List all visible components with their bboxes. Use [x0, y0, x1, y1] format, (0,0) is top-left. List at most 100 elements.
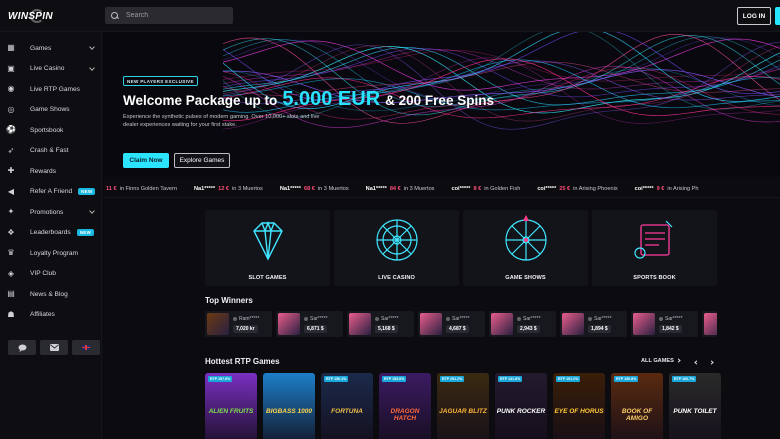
sidebar-item-live-casino[interactable]: ▣ Live Casino	[0, 59, 102, 80]
game-card[interactable]: RTP 141.8% PUNK ROCKER	[495, 373, 547, 439]
winspin-logo[interactable]: WINSPIN	[8, 8, 70, 24]
ticker-text: in Golden Fish	[484, 185, 521, 192]
game-card[interactable]: RTP 196.8% BOOK OF AMIGO	[611, 373, 663, 439]
rtp-badge: RTP 251.2%	[440, 376, 465, 382]
mail-button[interactable]	[40, 340, 68, 355]
carousel-prev-button[interactable]	[691, 357, 701, 367]
winner-card[interactable]: Sar***** 2,943 $	[489, 311, 556, 337]
roulette-icon	[376, 219, 418, 261]
sidebar-item-label: News & Blog	[30, 290, 68, 298]
winner-card[interactable]: Sar***** 1,842 $	[631, 311, 698, 337]
ticker-user: coi*****	[451, 185, 471, 192]
game-thumbnail	[349, 313, 371, 335]
rtp-icon: ◉	[7, 84, 15, 94]
sidebar-item-sportsbook[interactable]: ⚽ Sportsbook	[0, 120, 102, 141]
game-card[interactable]: RTP 153.6% DRAGON HATCH	[379, 373, 431, 439]
mail-icon	[49, 344, 59, 351]
logo-text: WINSPIN	[8, 10, 53, 22]
ticker-amount: 68 €	[303, 185, 315, 192]
search-input[interactable]	[126, 12, 226, 19]
all-games-link[interactable]: ALL GAMES	[641, 358, 681, 364]
sidebar-item-refer-a-friend[interactable]: ◀ Refer A Friend NEW	[0, 182, 102, 203]
chevron-down-icon	[89, 208, 95, 214]
ticker-amount: 25 €	[559, 185, 571, 192]
claim-now-button[interactable]: Claim Now	[123, 153, 169, 168]
sidebar-item-label: Games	[30, 44, 52, 52]
game-title: JAGUAR BLITZ	[439, 408, 487, 415]
chevron-left-icon	[693, 359, 699, 365]
promotions-icon: ✦	[7, 207, 15, 217]
language-button[interactable]	[72, 340, 100, 355]
winner-username: Sar*****	[523, 316, 541, 322]
sidebar-item-label: VIP Club	[30, 270, 56, 278]
rtp-badge: RTP 196.8%	[614, 376, 639, 382]
sidebar-item-loyalty-program[interactable]: ♛ Loyalty Program	[0, 243, 102, 264]
sidebar-item-live-rtp-games[interactable]: ◉ Live RTP Games	[0, 79, 102, 100]
sidebar-item-affiliates[interactable]: ☗ Affiliates	[0, 305, 102, 326]
game-card[interactable]: BIGBASS 1000	[263, 373, 315, 439]
hero-tag: NEW PLAYERS EXCLUSIVE	[123, 76, 198, 86]
game-title: BIGBASS 1000	[266, 408, 312, 415]
winner-card[interactable]: Sar***** 1,894 $	[560, 311, 627, 337]
ticker-item: coi***** 9 € in Arising Ph	[635, 186, 699, 192]
hero-title: Welcome Package up to 5.000 EUR & 200 Fr…	[123, 88, 494, 111]
ticker-text: in Arising Ph	[667, 185, 699, 192]
live-casino-icon: ▣	[7, 63, 15, 73]
ticker-item: Na1***** 68 € in 3 Muertos	[280, 186, 349, 192]
winner-card[interactable]: Ram***** 7,020 kr	[205, 311, 272, 337]
sidebar-item-rewards[interactable]: ✚ Rewards	[0, 161, 102, 182]
sidebar-item-label: Crash & Fast	[30, 147, 69, 155]
sidebar-item-games[interactable]: ▦ Games	[0, 38, 102, 59]
winner-amount: 7,020 kr	[233, 325, 258, 333]
sidebar-item-label: Rewards	[30, 167, 57, 175]
rtp-badge: RTP 157.8%	[208, 376, 233, 382]
category-live-casino[interactable]: LIVE CASINO	[334, 210, 459, 286]
ticker-amount: 11 €	[106, 185, 117, 192]
sidebar-item-game-shows[interactable]: ◎ Game Shows	[0, 100, 102, 121]
user-icon	[304, 316, 308, 321]
sidebar-item-crash-fast[interactable]: ➶ Crash & Fast	[0, 141, 102, 162]
ticker-item: coi***** 8 € in Golden Fish	[451, 186, 520, 192]
sidebar-item-news-blog[interactable]: ▤ News & Blog	[0, 284, 102, 305]
category-sports-book[interactable]: SPORTS BOOK	[592, 210, 717, 286]
category-label: GAME SHOWS	[505, 275, 546, 281]
category-game-shows[interactable]: GAME SHOWS	[463, 210, 588, 286]
game-title: PUNK TOILET	[673, 408, 717, 415]
sidebar-item-vip-club[interactable]: ◈ VIP Club	[0, 264, 102, 285]
game-card[interactable]: RTP 160.7% PUNK TOILET	[669, 373, 721, 439]
sidebar-nav: ▦ Games ▣ Live Casino ◉ Live RTP Games ◎ Game S…	[0, 38, 102, 325]
game-thumbnail	[278, 313, 300, 335]
carousel-next-button[interactable]	[706, 357, 716, 367]
game-card[interactable]: RTP 251.2% JAGUAR BLITZ	[437, 373, 489, 439]
winner-user: Sar*****	[659, 316, 683, 322]
sidebar-item-label: Promotions	[30, 208, 64, 216]
game-card[interactable]: RTP 101.2% EYE OF HORUS	[553, 373, 605, 439]
slip-icon	[634, 220, 673, 259]
search-box[interactable]	[105, 7, 233, 24]
winner-username: Sar*****	[594, 316, 612, 322]
sidebar-item-label: Live RTP Games	[30, 85, 80, 93]
login-button[interactable]: LOG IN	[737, 7, 771, 25]
game-title: BOOK OF AMIGO	[621, 408, 653, 422]
game-card[interactable]: RTP 156.1% FORTUNA	[321, 373, 373, 439]
sidebar-item-promotions[interactable]: ✦ Promotions	[0, 202, 102, 223]
game-thumbnail	[704, 313, 717, 335]
winner-username: Ram*****	[239, 316, 260, 322]
winner-card[interactable]	[702, 311, 717, 337]
category-slot-games[interactable]: SLOT GAMES	[205, 210, 330, 286]
winner-card[interactable]: Sar***** 6,871 $	[276, 311, 343, 337]
signup-button[interactable]	[775, 7, 780, 25]
ticker-text: in Finns Golden Tavern	[119, 185, 177, 192]
ticker-text: in 3 Muertos	[403, 185, 435, 192]
winner-card[interactable]: Sar***** 5,168 $	[347, 311, 414, 337]
winner-user: Sar*****	[375, 316, 399, 322]
winner-card[interactable]: Sar***** 4,687 $	[418, 311, 485, 337]
chat-button[interactable]	[8, 340, 36, 355]
crown-icon: ♛	[7, 248, 15, 258]
winner-amount: 5,168 $	[375, 325, 398, 333]
game-card[interactable]: RTP 157.8% ALIEN FRUITS	[205, 373, 257, 439]
explore-games-button[interactable]: Explore Games	[174, 153, 230, 168]
sidebar-item-leaderboards[interactable]: ❖ Leaderboards NEW	[0, 223, 102, 244]
ticker-item: Na1***** 84 € in 3 Muertos	[366, 186, 435, 192]
game-thumbnail	[562, 313, 584, 335]
